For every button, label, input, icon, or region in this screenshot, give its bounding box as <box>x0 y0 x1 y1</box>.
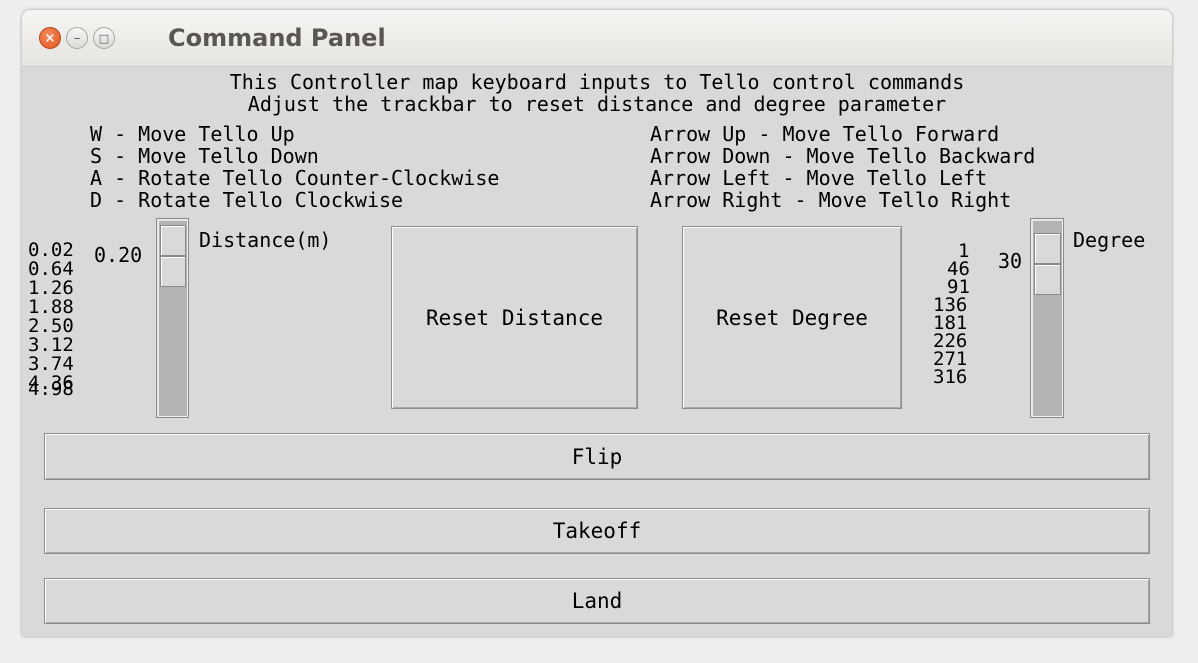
key-help-arrow-up: Arrow Up - Move Tello Forward <box>650 122 1000 146</box>
minimize-icon[interactable]: – <box>66 27 88 49</box>
distance-slider[interactable] <box>156 218 189 418</box>
header-line-1: This Controller map keyboard inputs to T… <box>229 70 965 94</box>
key-help-arrow-down: Arrow Down - Move Tello Backward <box>650 144 1036 168</box>
land-button[interactable]: Land <box>44 578 1150 624</box>
degree-value: 30 <box>998 249 1023 273</box>
distance-slider-knob-top[interactable] <box>160 225 186 256</box>
key-help-d: D - Rotate Tello Clockwise <box>90 188 404 212</box>
flip-button[interactable]: Flip <box>44 433 1150 480</box>
degree-slider[interactable] <box>1030 218 1064 418</box>
degree-slider-knob-top[interactable] <box>1034 233 1061 264</box>
reset-degree-button[interactable]: Reset Degree <box>682 226 902 409</box>
window-title: Command Panel <box>168 24 386 52</box>
command-panel-window: × – □ Command Panel This Controller map … <box>22 10 1172 636</box>
title-bar[interactable]: × – □ Command Panel <box>22 10 1172 67</box>
reset-distance-button[interactable]: Reset Distance <box>391 226 638 409</box>
distance-value: 0.20 <box>94 243 143 267</box>
close-icon[interactable]: × <box>39 27 61 49</box>
degree-scale-label: Degree <box>1073 228 1146 252</box>
header-line-2: Adjust the trackbar to reset distance an… <box>247 92 947 116</box>
key-help-arrow-right: Arrow Right - Move Tello Right <box>650 188 1012 212</box>
degree-tick: 316 <box>933 366 968 388</box>
key-help-a: A - Rotate Tello Counter-Clockwise <box>90 166 500 190</box>
key-help-w: W - Move Tello Up <box>90 122 295 146</box>
key-help-s: S - Move Tello Down <box>90 144 319 168</box>
takeoff-button[interactable]: Takeoff <box>44 508 1150 554</box>
distance-scale-label: Distance(m) <box>199 228 332 252</box>
key-help-arrow-left: Arrow Left - Move Tello Left <box>650 166 988 190</box>
distance-tick: 4.98 <box>28 378 74 400</box>
distance-slider-knob-bottom[interactable] <box>160 256 186 287</box>
maximize-icon[interactable]: □ <box>93 27 115 49</box>
degree-slider-knob-bottom[interactable] <box>1034 264 1061 295</box>
